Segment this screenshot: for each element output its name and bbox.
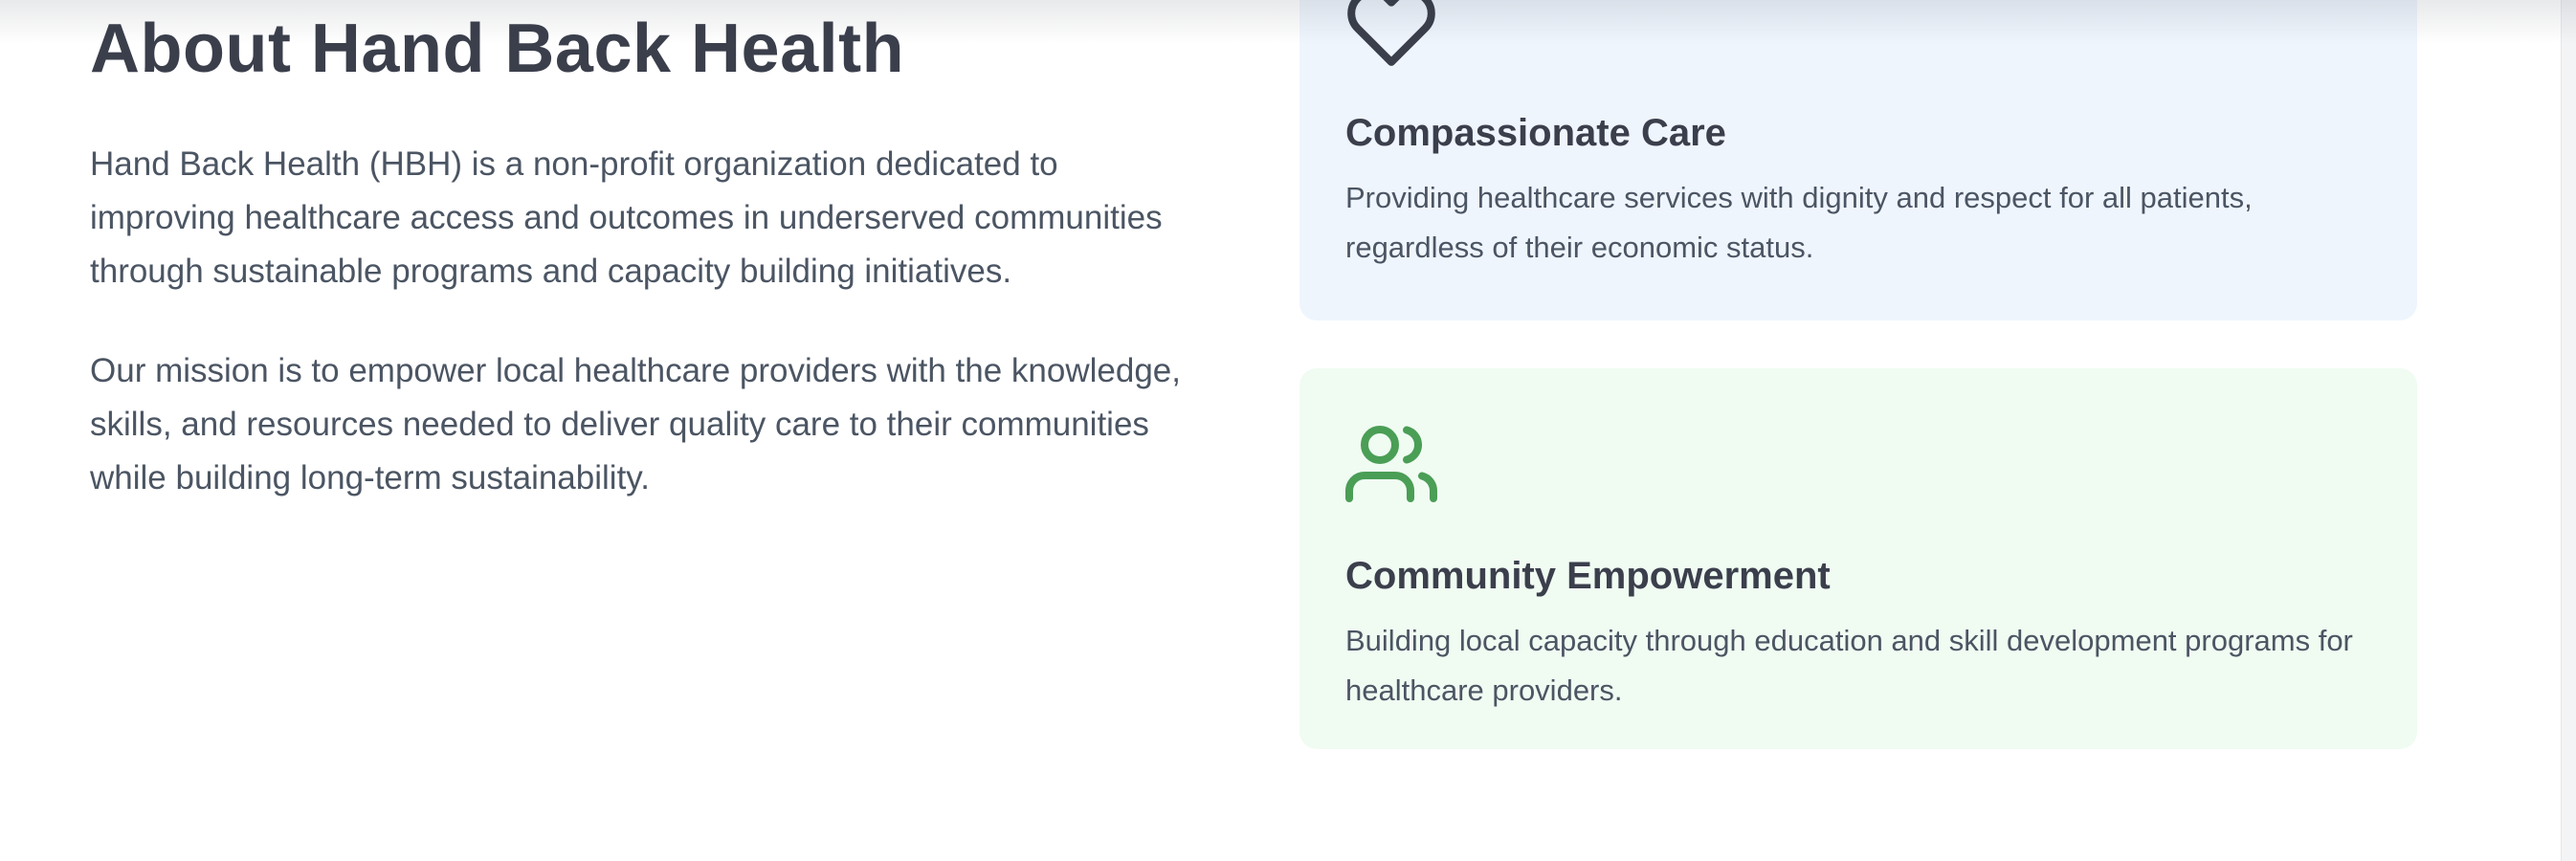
users-icon xyxy=(1345,418,2371,515)
about-title: About Hand Back Health xyxy=(90,11,905,87)
page-scrollbar[interactable] xyxy=(2561,0,2576,861)
community-empowerment-card: Community Empowerment Building local cap… xyxy=(1299,368,2417,749)
card-description-community-empowerment: Building local capacity through educatio… xyxy=(1345,624,2353,707)
about-paragraph-mission: Our mission is to empower local healthca… xyxy=(90,352,1181,497)
card-title-community-empowerment: Community Empowerment xyxy=(1345,555,1831,597)
card-title-compassionate-care: Compassionate Care xyxy=(1345,112,1726,154)
compassionate-care-card: Compassionate Care Providing healthcare … xyxy=(1299,0,2417,320)
about-paragraph-intro: Hand Back Health (HBH) is a non-profit o… xyxy=(90,145,1163,291)
card-description-compassionate-care: Providing healthcare services with digni… xyxy=(1345,181,2253,264)
about-section: About Hand Back Health Hand Back Health … xyxy=(90,8,1181,505)
heart-icon xyxy=(1345,0,2371,77)
